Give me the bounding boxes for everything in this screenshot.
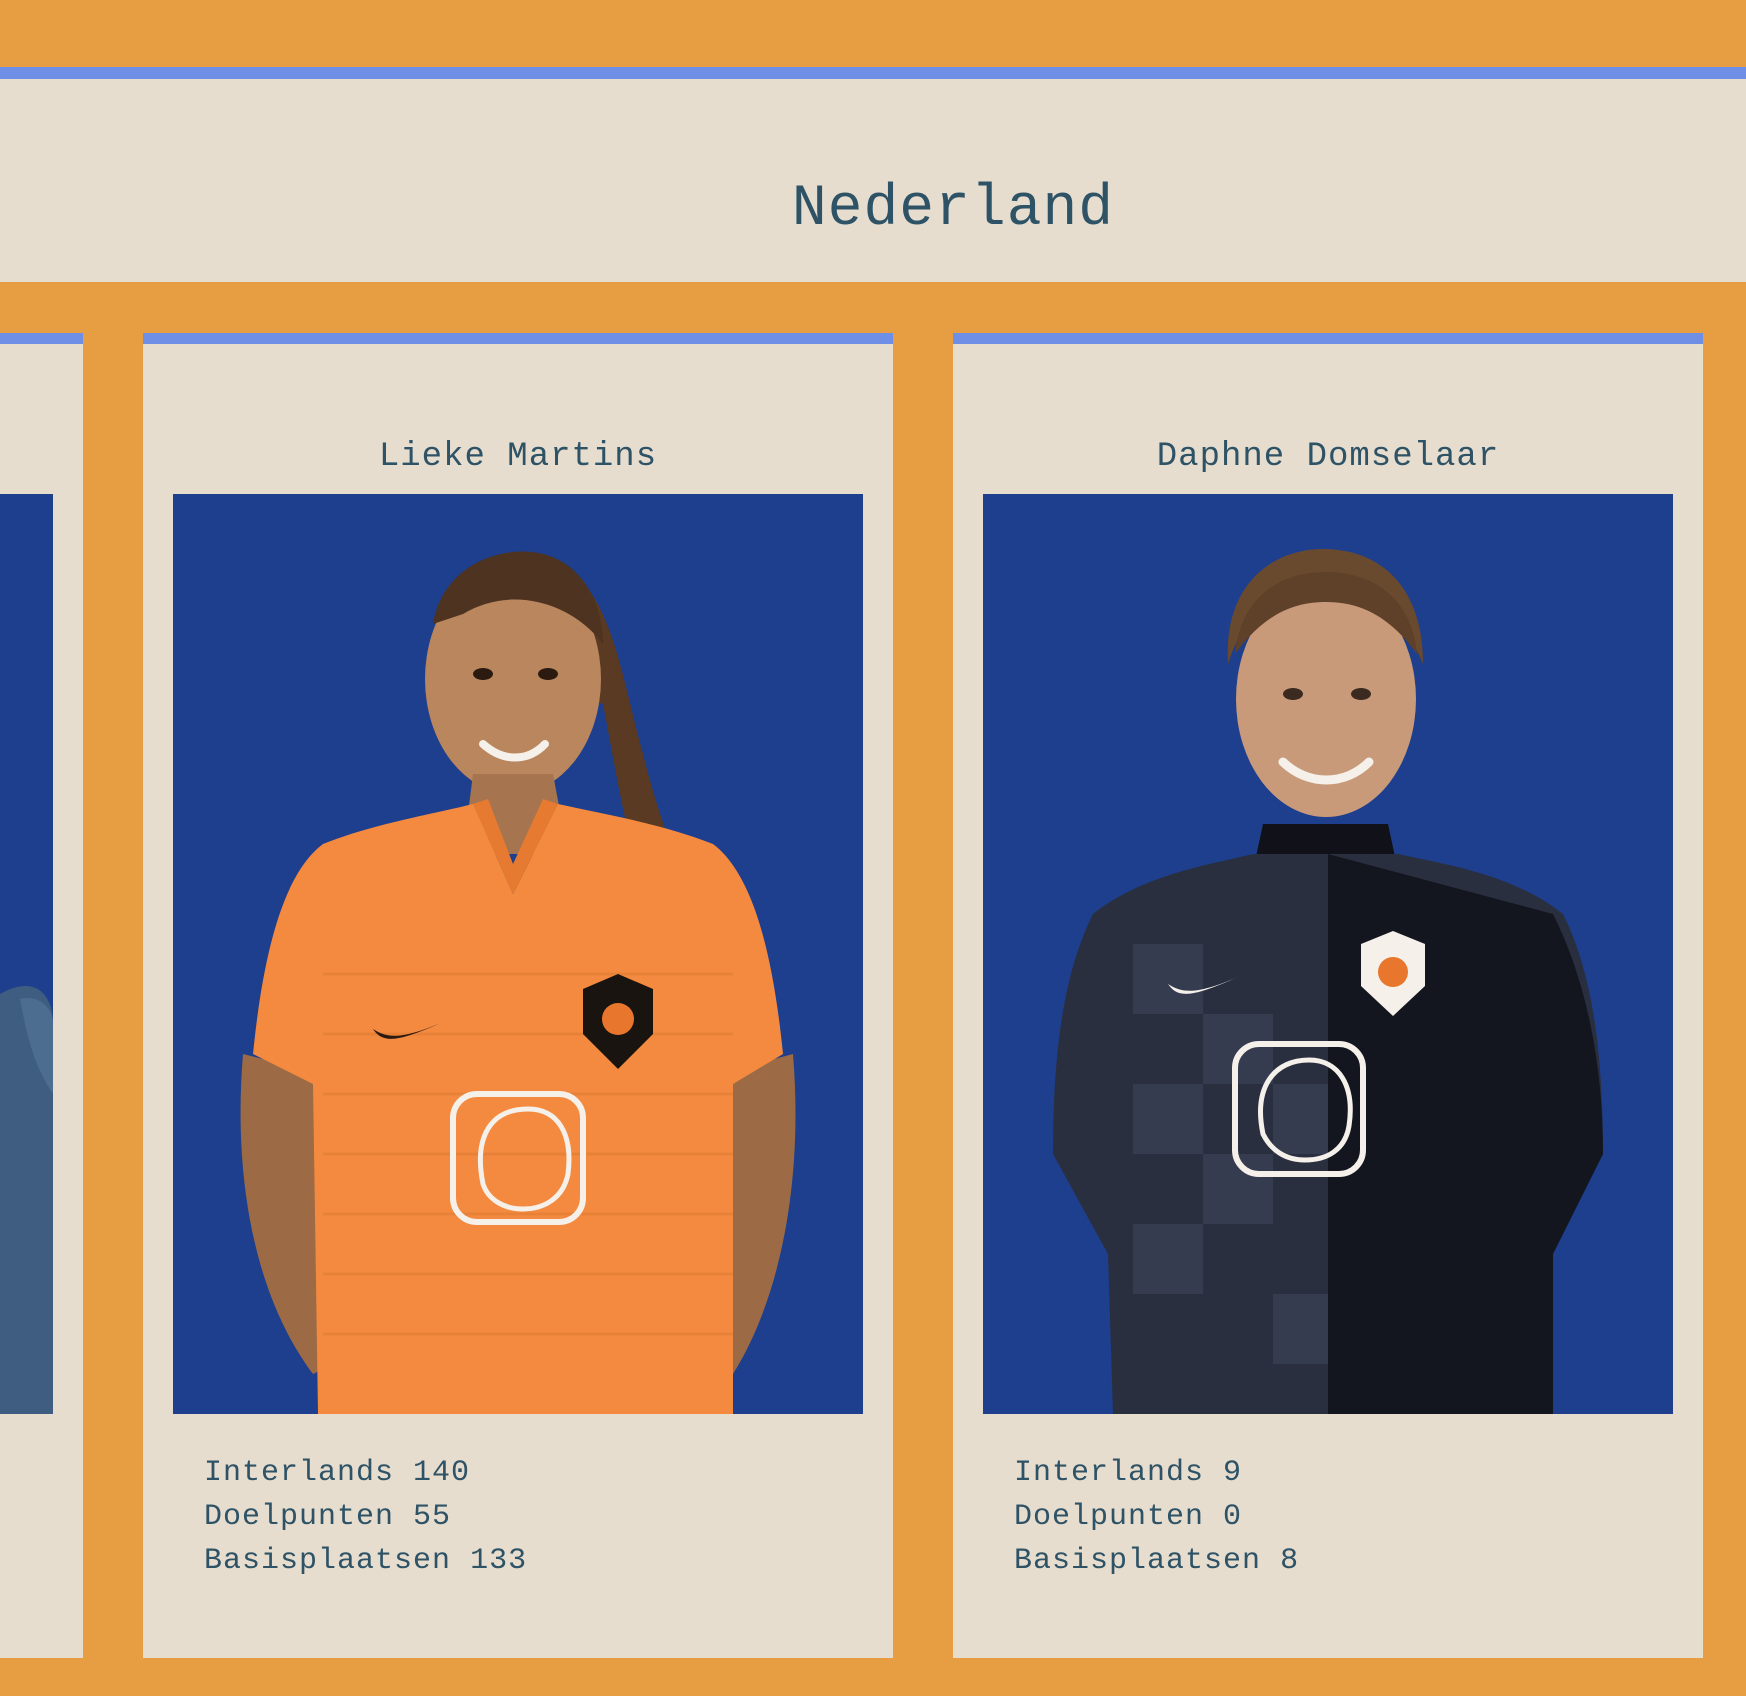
stat-row-doelpunten: Doelpunten 55 xyxy=(204,1495,527,1539)
stat-row-basisplaatsen: Basisplaatsen 133 xyxy=(204,1539,527,1583)
player-card-partial[interactable] xyxy=(0,333,83,1658)
page-title: Nederland xyxy=(791,177,1115,242)
stat-label: Basisplaatsen xyxy=(204,1544,452,1578)
player-name: Daphne Domselaar xyxy=(1156,438,1500,476)
page-header: Nederland xyxy=(0,67,1746,282)
stat-row-interlands: Interlands 9 xyxy=(1014,1451,1299,1495)
stat-row-interlands: Interlands 140 xyxy=(204,1451,527,1495)
stat-value: 9 xyxy=(1223,1456,1243,1490)
stat-value: 133 xyxy=(470,1544,528,1578)
stat-value: 55 xyxy=(413,1500,452,1534)
stat-row-doelpunten: Doelpunten 0 xyxy=(1014,1495,1299,1539)
player-photo xyxy=(983,494,1673,1414)
stat-label: Doelpunten xyxy=(1014,1500,1205,1534)
stat-row-basisplaatsen: Basisplaatsen 8 xyxy=(1014,1539,1299,1583)
player-stats: Interlands 9 Doelpunten 0 Basisplaatsen … xyxy=(1014,1451,1299,1583)
player-stats: Interlands 140 Doelpunten 55 Basisplaats… xyxy=(204,1451,527,1583)
player-photo xyxy=(173,494,863,1414)
player-portrait-partial xyxy=(0,494,53,1414)
player-portrait xyxy=(983,494,1673,1414)
stat-label: Interlands xyxy=(204,1456,395,1490)
player-card[interactable]: Lieke Martins Interlands 140 Doelpunten … xyxy=(143,333,893,1658)
stat-label: Interlands xyxy=(1014,1456,1205,1490)
player-name: Lieke Martins xyxy=(378,438,658,476)
player-card[interactable]: Daphne Domselaar Interlands 9 Doelpunten… xyxy=(953,333,1703,1658)
player-portrait xyxy=(173,494,863,1414)
stat-label: Basisplaatsen xyxy=(1014,1544,1262,1578)
stat-value: 8 xyxy=(1280,1544,1300,1578)
stat-value: 140 xyxy=(413,1456,471,1490)
stat-value: 0 xyxy=(1223,1500,1243,1534)
player-photo-partial xyxy=(0,494,53,1414)
stat-label: Doelpunten xyxy=(204,1500,395,1534)
